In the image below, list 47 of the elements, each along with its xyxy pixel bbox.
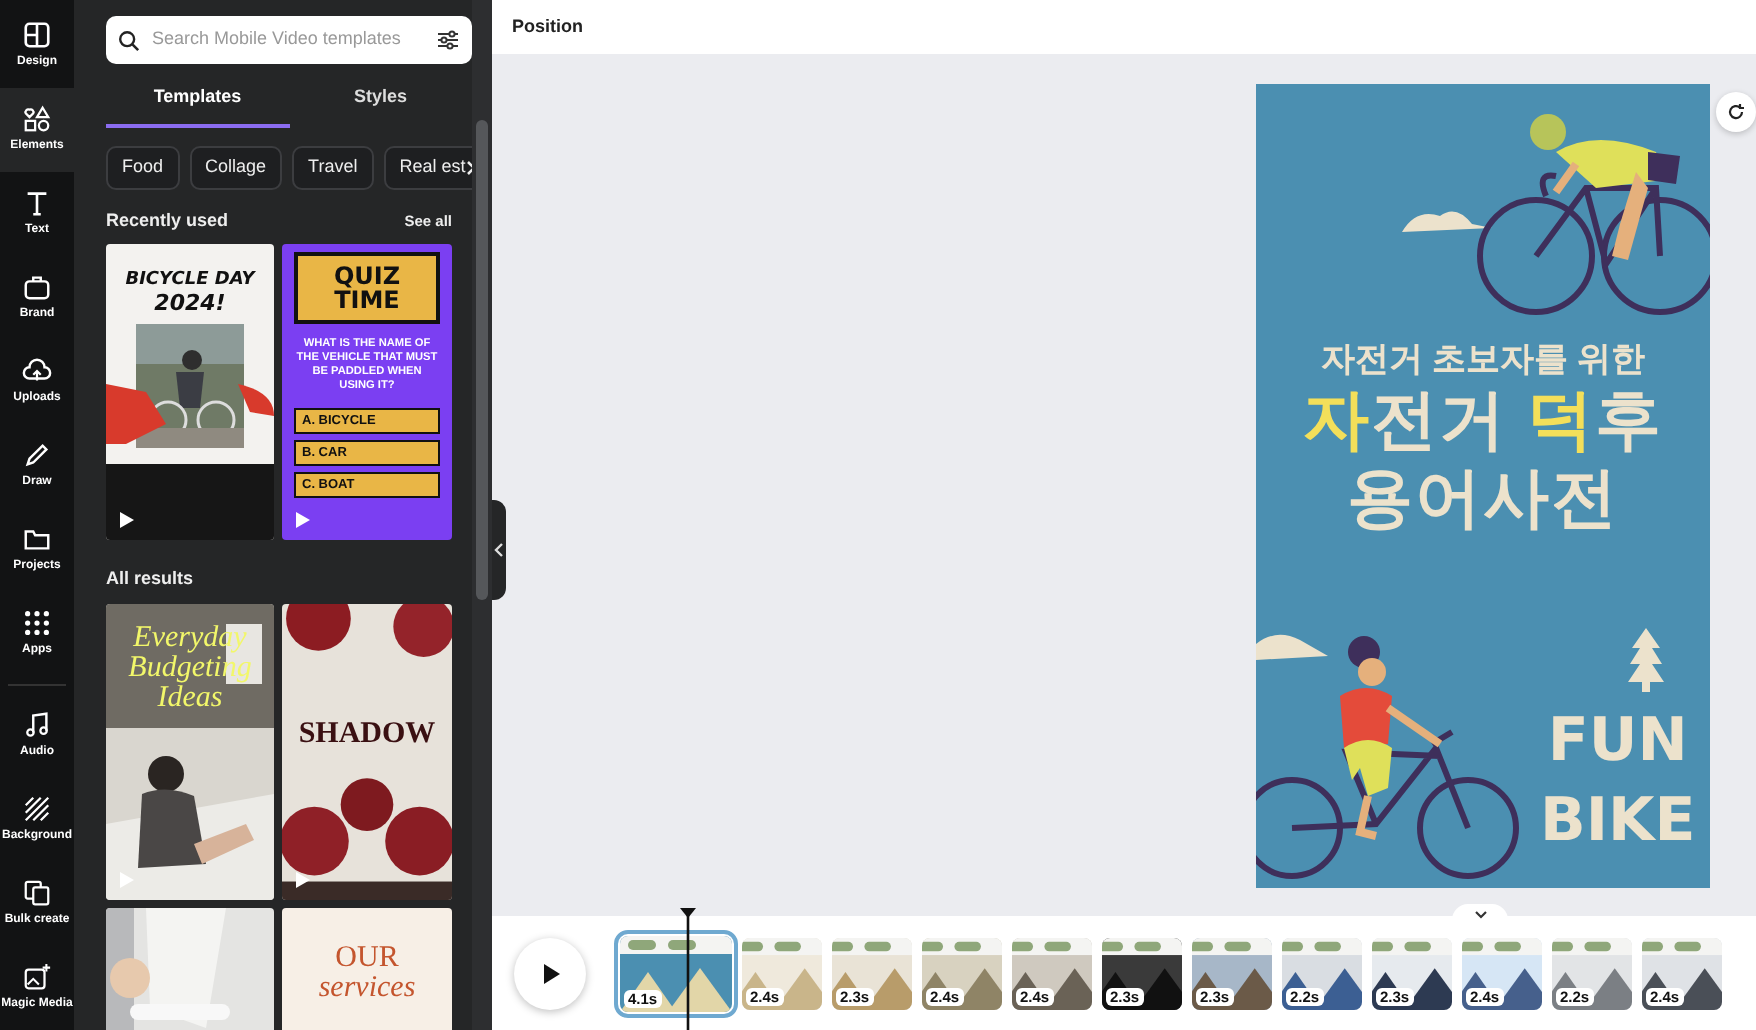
poster-title: 2024!	[154, 291, 226, 316]
chevron-down-icon	[1473, 909, 1487, 919]
poster-subtitle: 자전거 초보자를 위한	[1318, 342, 1648, 380]
category-chip[interactable]: Travel	[292, 145, 374, 189]
poster-logo-text: FUN	[1547, 712, 1688, 772]
hatch-icon	[22, 794, 52, 824]
paint-stroke-icon	[106, 384, 274, 444]
tab[interactable]: Templates	[106, 76, 289, 127]
refresh-button[interactable]	[1716, 92, 1756, 132]
position-label[interactable]: Position	[512, 13, 583, 41]
pen-icon	[22, 440, 52, 470]
search-bar[interactable]: Search Mobile Video templates	[106, 16, 472, 64]
cloud-upload-icon	[22, 356, 52, 386]
template-title: SHADOW	[296, 719, 438, 749]
search-icon	[118, 29, 140, 51]
template-title: OUR services	[318, 943, 416, 1003]
grid-icon	[22, 608, 52, 638]
quiz-heading: QUIZ TIME	[294, 252, 440, 324]
poster-title: BICYCLE DAY	[125, 272, 255, 292]
copy-icon	[22, 878, 52, 908]
poster-title: 자전거 덕 후	[1300, 379, 1666, 459]
play-icon	[538, 961, 562, 985]
template-thumbnail[interactable]: BICYCLE DAY 2024!	[106, 244, 274, 540]
section-heading: Recently used	[106, 207, 229, 234]
music-note-icon	[22, 710, 52, 740]
play-button[interactable]	[514, 937, 586, 1009]
layout-icon	[22, 20, 52, 50]
scrollbar[interactable]	[472, 0, 492, 1030]
category-chip[interactable]: Collage	[189, 145, 283, 189]
tab[interactable]: Styles	[289, 76, 472, 127]
chevron-left-icon	[494, 542, 504, 558]
category-chip[interactable]: Real est	[383, 145, 472, 189]
filter-icon[interactable]	[436, 28, 460, 52]
poster-logo-text: BIKE	[1540, 792, 1696, 852]
poster-title: 용어사전	[1345, 458, 1621, 538]
playhead[interactable]	[680, 908, 696, 1030]
tree-icon	[1627, 628, 1664, 692]
image-sparkle-icon	[22, 962, 52, 992]
template-thumbnail[interactable]: OUR services	[282, 907, 452, 1030]
folder-icon	[22, 524, 52, 554]
refresh-icon	[1726, 102, 1746, 122]
text-icon	[22, 188, 52, 218]
briefcase-icon	[22, 272, 52, 302]
category-chip[interactable]: Food	[106, 145, 180, 189]
section-heading: All results	[106, 566, 194, 592]
collapse-handle[interactable]	[492, 500, 506, 600]
shapes-icon	[22, 104, 52, 134]
